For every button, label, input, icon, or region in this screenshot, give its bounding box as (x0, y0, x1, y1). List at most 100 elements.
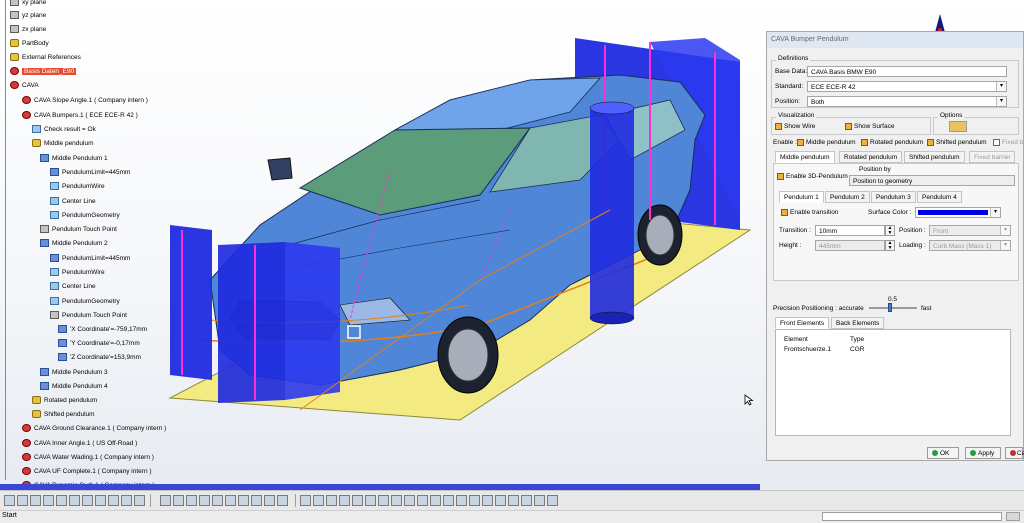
chevron-down-icon[interactable]: ▾ (990, 208, 1000, 217)
tree-node-mp4[interactable]: Middle Pendulum 4 (40, 381, 108, 393)
tree-node-basisdaten[interactable]: Basis Daten_E90 (10, 66, 77, 78)
enable-fixed-checkbox[interactable]: Fixed b (993, 139, 1023, 146)
tree-node-pwire1[interactable]: PendulumWire (50, 181, 105, 193)
show-surface-checkbox[interactable]: Show Surface (845, 123, 894, 130)
enable-transition-checkbox[interactable]: Enable transition (781, 209, 838, 216)
checkbox-icon[interactable] (927, 139, 934, 146)
toolbar-button-icon[interactable] (82, 495, 93, 506)
toolbar-button-icon[interactable] (264, 495, 275, 506)
toolbar-button-icon[interactable] (443, 495, 454, 506)
checkbox-icon[interactable] (797, 139, 804, 146)
tree-node-bumpers[interactable]: CAVA Bumpers.1 ( ECE ECE-R 42 ) (22, 110, 138, 122)
tab-fixed-barrier[interactable]: Fixed barrier (969, 151, 1016, 163)
tree-node-mp1[interactable]: Middle Pendulum 1 (40, 153, 108, 165)
toolbar-button-icon[interactable] (134, 495, 145, 506)
tree-node-slope[interactable]: CAVA Slope Angle.1 ( Company intern ) (22, 95, 148, 107)
tree-node-ycoord[interactable]: 'Y Coordinate'=-0,17mm (58, 338, 140, 350)
tree-node-rotp[interactable]: Rotated pendulum (32, 395, 97, 407)
toolbar-button-icon[interactable] (365, 495, 376, 506)
enable-3d-checkbox[interactable]: Enable 3D-Pendulum (777, 173, 848, 180)
tree-node-zxplane[interactable]: zx plane (10, 24, 46, 36)
toolbar-button-icon[interactable] (456, 495, 467, 506)
height-stepper[interactable]: ▲ ▼ (885, 240, 895, 251)
toolbar-button-icon[interactable] (225, 495, 236, 506)
standard-select[interactable]: ECE ECE-R 42 ▾ (807, 81, 1007, 92)
checkbox-icon[interactable] (777, 173, 784, 180)
tree-node-mp3[interactable]: Middle Pendulum 3 (40, 367, 108, 379)
toolbar-button-icon[interactable] (300, 495, 311, 506)
toolbar-button-icon[interactable] (521, 495, 532, 506)
chevron-down-icon[interactable]: ▾ (1000, 241, 1010, 250)
enable-rotated-checkbox[interactable]: Rotated pendulum (861, 139, 923, 146)
precision-slider[interactable] (869, 307, 917, 309)
tab-pendulum-2[interactable]: Pendulum 2 (825, 191, 870, 203)
status-icon[interactable] (1006, 512, 1020, 521)
transition-stepper[interactable]: ▲ ▼ (885, 225, 895, 236)
chevron-down-icon[interactable]: ▾ (1000, 226, 1010, 235)
apply-button[interactable]: Apply (965, 447, 1001, 459)
toolbar-button-icon[interactable] (547, 495, 558, 506)
toolbar-button-icon[interactable] (469, 495, 480, 506)
tree-node-extrefs[interactable]: External References (10, 52, 81, 64)
toolbar-button-icon[interactable] (173, 495, 184, 506)
elements-table[interactable]: Element Type Frontschuerze.1 CGR (775, 329, 1011, 436)
tab-back-elements[interactable]: Back Elements (831, 317, 885, 329)
toolbar-button-icon[interactable] (391, 495, 402, 506)
chevron-down-icon[interactable]: ▾ (996, 82, 1006, 91)
tab-pendulum-3[interactable]: Pendulum 3 (871, 191, 916, 203)
precision-slider-handle[interactable] (888, 303, 892, 312)
toolbar-button-icon[interactable] (352, 495, 363, 506)
toolbar-button-icon[interactable] (430, 495, 441, 506)
toolbar-button-icon[interactable] (508, 495, 519, 506)
table-row[interactable]: Frontschuerze.1 CGR (776, 346, 1010, 356)
enable-shifted-checkbox[interactable]: Shifted pendulum (927, 139, 987, 146)
tab-pendulum-1[interactable]: Pendulum 1 (779, 191, 824, 203)
toolbar-button-icon[interactable] (251, 495, 262, 506)
toolbar-button-icon[interactable] (43, 495, 54, 506)
toolbar-button-icon[interactable] (339, 495, 350, 506)
toolbar-button-icon[interactable] (69, 495, 80, 506)
enable-middle-checkbox[interactable]: Middle pendulum (797, 139, 856, 146)
toolbar-button-icon[interactable] (160, 495, 171, 506)
bottom-toolbar[interactable] (0, 490, 1024, 511)
tree-node-wading[interactable]: CAVA Water Wading.1 ( Company intern ) (22, 452, 154, 464)
tree-node-cline2[interactable]: Center Line (50, 281, 96, 293)
tree-node-mp2[interactable]: Middle Pendulum 2 (40, 238, 108, 250)
toolbar-button-icon[interactable] (417, 495, 428, 506)
toolbar-button-icon[interactable] (95, 495, 106, 506)
position2-select[interactable]: Front ▾ (929, 225, 1011, 236)
tree-node-midpend[interactable]: Middle pendulum (32, 138, 94, 150)
tab-middle-pendulum[interactable]: Middle pendulum (775, 151, 835, 163)
specification-tree[interactable]: xy plane yz plane zx plane PartBody External… (0, 0, 180, 490)
tree-node-pgeo1[interactable]: PendulumGeometry (50, 210, 120, 222)
toolbar-button-icon[interactable] (534, 495, 545, 506)
base-data-field[interactable]: CAVA Basis BMW E90 (807, 66, 1007, 77)
tree-node-xyplane[interactable]: xy plane (10, 0, 46, 9)
checkbox-icon[interactable] (845, 123, 852, 130)
toolbar-button-icon[interactable] (482, 495, 493, 506)
tab-shifted-pendulum[interactable]: Shifted pendulum (904, 151, 965, 163)
position-select[interactable]: Both ▾ (807, 96, 1007, 107)
tree-node-partbody[interactable]: PartBody (10, 38, 49, 50)
toolbar-button-icon[interactable] (121, 495, 132, 506)
toolbar-button-icon[interactable] (186, 495, 197, 506)
toolbar-button-icon[interactable] (326, 495, 337, 506)
toolbar-button-icon[interactable] (313, 495, 324, 506)
height-input[interactable]: 445mm (815, 240, 885, 251)
toolbar-button-icon[interactable] (56, 495, 67, 506)
chevron-down-icon[interactable]: ▾ (996, 97, 1006, 106)
toolbar-button-icon[interactable] (378, 495, 389, 506)
bumper-pendulum-dialog[interactable]: CAVA Bumper Pendulum Definitions Base Da… (766, 31, 1024, 461)
toolbar-button-icon[interactable] (17, 495, 28, 506)
tab-rotated-pendulum[interactable]: Rotated pendulum (839, 151, 903, 163)
toolbar-button-icon[interactable] (212, 495, 223, 506)
transition-input[interactable]: 10mm (815, 225, 885, 236)
checkbox-icon[interactable] (781, 209, 788, 216)
command-input[interactable] (822, 512, 1002, 521)
tree-node-plim2[interactable]: PendulumLimit=445mm (50, 253, 130, 265)
tree-node-uf[interactable]: CAVA UF Complete.1 ( Company intern ) (22, 466, 152, 478)
toolbar-button-icon[interactable] (30, 495, 41, 506)
tree-node-cline1[interactable]: Center Line (50, 196, 96, 208)
toolbar-button-icon[interactable] (495, 495, 506, 506)
checkbox-icon[interactable] (993, 139, 1000, 146)
